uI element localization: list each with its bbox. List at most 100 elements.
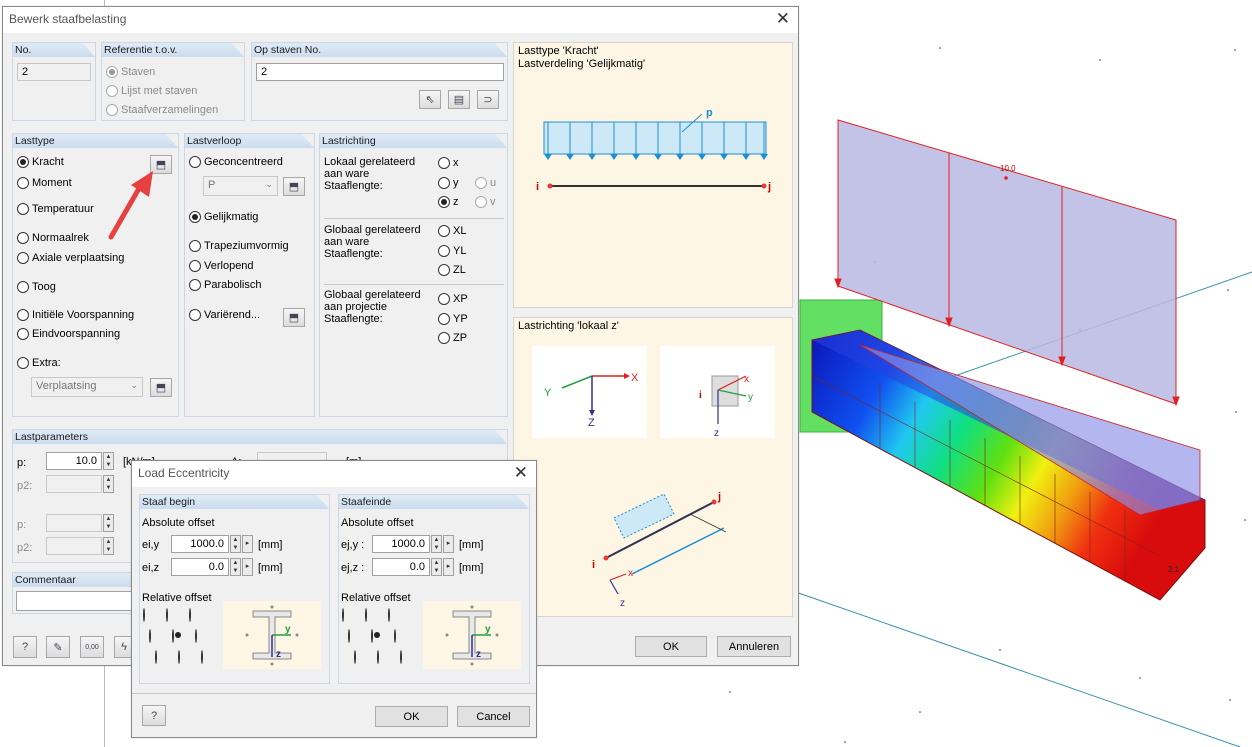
load-value-label: 10.0 (1000, 164, 1016, 173)
loadtype-precamber[interactable]: Toog (17, 281, 56, 293)
rel-point[interactable] (201, 650, 203, 664)
start-sec-y: y (285, 624, 291, 635)
rel-point[interactable] (178, 650, 180, 664)
rel-point-selected[interactable] (172, 629, 174, 643)
p-spinner[interactable]: ▲ ▼ (103, 452, 114, 470)
p2-spinner[interactable]: ▲ ▼ (103, 475, 114, 493)
p-spinner-2[interactable]: ▲ ▼ (103, 514, 114, 532)
rel-point[interactable] (143, 608, 145, 622)
rel-point[interactable] (394, 629, 396, 643)
concentrated-select[interactable]: P ⌄ (203, 176, 278, 196)
dir-proj-zp[interactable]: ZP (438, 332, 467, 344)
rel-point[interactable] (377, 650, 379, 664)
loadtype-strain[interactable]: Normaalrek (17, 232, 89, 244)
preview-direction-diagram: X Y Z x y z i i j x z (544, 372, 753, 609)
dir-proj-xp[interactable]: XP (438, 293, 468, 305)
ok-button[interactable]: OK (635, 636, 707, 657)
dir-local-v[interactable]: v (475, 196, 496, 208)
loadtype-end-prestress[interactable]: Eindvoorspanning (17, 328, 120, 340)
dialog-titlebar[interactable]: Bewerk staafbelasting ✕ (3, 7, 798, 33)
rel-point[interactable] (155, 650, 157, 664)
dir-local-x[interactable]: x (438, 157, 459, 169)
rel-point[interactable] (400, 650, 402, 664)
rel-point[interactable] (166, 608, 168, 622)
ecc-ok-button[interactable]: OK (375, 706, 448, 727)
edit-icon: ⬒ (288, 181, 300, 193)
dir-proj-yp[interactable]: YP (438, 313, 468, 325)
rel-point[interactable] (342, 608, 344, 622)
members-field[interactable]: 2 (256, 63, 504, 81)
dist-label: Trapeziumvormig (204, 240, 289, 252)
varying-edit-button[interactable]: ⬒ (283, 308, 305, 327)
close-icon[interactable]: ✕ (776, 9, 790, 29)
rel-point[interactable] (149, 629, 151, 643)
reverse-selection-button[interactable]: ⊃ (477, 90, 499, 109)
eiz-spinner[interactable]: ▲ ▼ (230, 558, 241, 576)
concentrated-select-value: P (208, 179, 216, 191)
eiy-input[interactable]: 1000.0 (171, 535, 229, 553)
p-input-2[interactable] (46, 514, 102, 532)
p-input[interactable]: 10.0 (46, 452, 102, 470)
ejy-input[interactable]: 1000.0 (372, 535, 430, 553)
ejy-spinner[interactable]: ▲ ▼ (431, 535, 442, 553)
dir-local-z[interactable]: z (438, 196, 459, 208)
rel-point[interactable] (348, 629, 350, 643)
loadtype-label: Toog (32, 281, 56, 293)
help-button[interactable]: ? (13, 636, 37, 658)
select-member-button[interactable]: ⇖ (419, 90, 441, 109)
loadtype-initial-prestress[interactable]: Initiële Voorspanning (17, 309, 134, 321)
dir-local-y[interactable]: y (438, 177, 459, 189)
rel-point[interactable] (189, 608, 191, 622)
loadtype-temperature[interactable]: Temperatuur (17, 203, 94, 215)
radio-indicator (438, 293, 450, 305)
eiz-input[interactable]: 0.0 (171, 558, 229, 576)
loadtype-axial-displacement[interactable]: Axiale verplaatsing (17, 252, 124, 264)
extra-select[interactable]: Verplaatsing ⌄ (31, 377, 143, 397)
ejz-spinner[interactable]: ▲ ▼ (431, 558, 442, 576)
dist-tapered[interactable]: Verlopend (189, 260, 254, 272)
eiz-select-button[interactable]: ▸ (242, 558, 253, 576)
p2-input-2[interactable] (46, 537, 102, 555)
dir-local-u[interactable]: u (475, 177, 496, 189)
concentrated-edit-button[interactable]: ⬒ (283, 177, 305, 196)
dist-uniform[interactable]: Gelijkmatig (189, 211, 258, 223)
edit-notes-button[interactable]: ✎ (46, 636, 70, 658)
rel-point-selected[interactable] (371, 629, 373, 643)
dist-concentrated[interactable]: Geconcentreerd (189, 156, 283, 168)
ref-option-sets[interactable]: Staafverzamelingen (106, 104, 218, 116)
dir-global-xl[interactable]: XL (438, 225, 466, 237)
select-list-button[interactable]: ▤ (448, 90, 470, 109)
ejy-select-button[interactable]: ▸ (443, 535, 454, 553)
preview-load-diagram: p i j (536, 107, 771, 193)
ejz-select-button[interactable]: ▸ (443, 558, 454, 576)
eiy-select-button[interactable]: ▸ (242, 535, 253, 553)
dir-global-zl[interactable]: ZL (438, 264, 466, 276)
dist-varying[interactable]: Variërend... (189, 309, 260, 321)
cancel-button[interactable]: Annuleren (717, 636, 791, 657)
rel-point[interactable] (195, 629, 197, 643)
rel-point[interactable] (388, 608, 390, 622)
dist-parabolic[interactable]: Parabolisch (189, 279, 261, 291)
loadtype-extra[interactable]: Extra: (17, 357, 61, 369)
ref-option-list[interactable]: Lijst met staven (106, 85, 197, 97)
loadtype-force[interactable]: Kracht (17, 156, 64, 168)
dir-global-yl[interactable]: YL (438, 245, 466, 257)
ref-option-staven[interactable]: Staven (106, 66, 155, 78)
loadtype-moment[interactable]: Moment (17, 177, 72, 189)
eiy-spinner[interactable]: ▲ ▼ (230, 535, 241, 553)
rel-point[interactable] (354, 650, 356, 664)
p2-input[interactable] (46, 475, 102, 493)
ecc-help-button[interactable]: ? (142, 705, 166, 726)
zero-values-button[interactable]: 0,00 (80, 636, 104, 658)
extra-edit-button[interactable]: ⬒ (150, 378, 172, 397)
dir-label: XL (453, 225, 467, 237)
ejz-input[interactable]: 0.0 (372, 558, 430, 576)
p2-spinner-2[interactable]: ▲ ▼ (103, 537, 114, 555)
close-icon[interactable]: ✕ (514, 463, 528, 483)
ecc-cancel-button[interactable]: Cancel (457, 706, 530, 727)
p-label-2: p: (17, 519, 27, 531)
no-field[interactable]: 2 (17, 63, 91, 81)
dist-trapezoidal[interactable]: Trapeziumvormig (189, 240, 289, 252)
ecc-titlebar[interactable]: Load Eccentricity ✕ (132, 461, 536, 487)
rel-point[interactable] (365, 608, 367, 622)
